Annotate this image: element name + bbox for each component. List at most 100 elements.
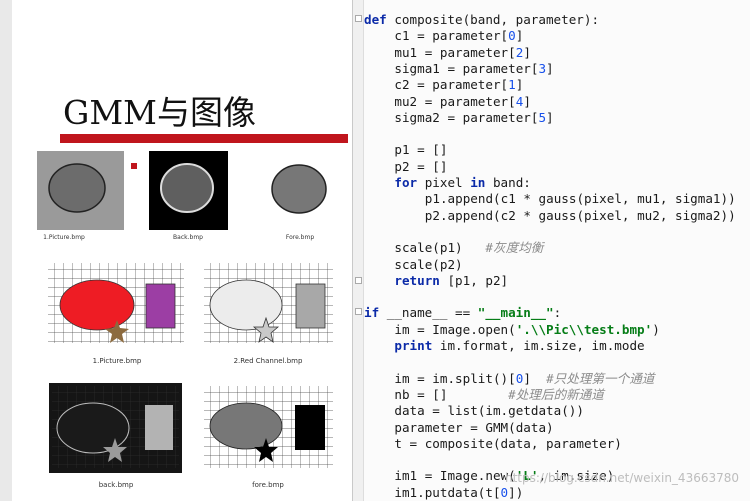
code-token: def [364, 12, 387, 27]
code-token: mu1 = parameter[ [394, 44, 516, 60]
code-editor[interactable]: def composite(band, parameter): c1 = para… [353, 0, 750, 501]
code-token: mu2 = parameter[ [394, 93, 516, 109]
code-token: c1 = parameter[ [394, 28, 509, 44]
code-line[interactable]: c1 = parameter[0] [394, 28, 523, 44]
code-token: c2 = parameter[ [394, 77, 509, 93]
red-channel-thumbnail [201, 260, 336, 350]
code-token: #灰度均衡 [485, 240, 544, 256]
code-token: scale(p2) [394, 256, 463, 272]
fore-caption: Fore.bmp [285, 234, 315, 241]
code-token: "__main__" [477, 305, 554, 321]
blog-watermark: https://blog.csdn.net/weixin_43663780 [505, 471, 740, 485]
code-token: __name__ == [379, 305, 478, 321]
code-token: im.format, im.size, im.mode [432, 338, 645, 353]
code-line[interactable]: def composite(band, parameter): [364, 12, 599, 28]
code-line[interactable]: nb = [] #处理后的新通道 [394, 387, 603, 403]
code-line[interactable]: for pixel in band: [394, 175, 531, 191]
code-token: 3 [538, 60, 547, 76]
back-thumbnail [149, 151, 228, 230]
code-token: im1.putdata(t[ [394, 484, 501, 500]
code-line[interactable]: data = list(im.getdata()) [394, 403, 584, 419]
code-line[interactable]: p2.append(c2 * gauss(pixel, mu2, sigma2)… [425, 208, 736, 224]
fore-thumbnail [262, 151, 338, 230]
code-token: im1 = Image.new( [394, 468, 516, 484]
screen: GMM与图像 1.Picture.bmp Back.bmp Fore.bmp 1… [0, 0, 750, 501]
editor-gutter [353, 0, 364, 501]
code-token: ] [523, 93, 531, 109]
code-line[interactable]: mu1 = parameter[2] [394, 45, 531, 61]
code-token: #处理后的新通道 [508, 386, 604, 402]
code-token: #只处理第一个通道 [546, 370, 655, 386]
picture-grid-caption: 1.Picture.bmp [92, 357, 142, 365]
code-line[interactable]: if __name__ == "__main__": [364, 305, 561, 321]
code-line[interactable]: return [p1, p2] [394, 273, 508, 289]
back-grid-caption: back.bmp [98, 481, 134, 489]
code-token: t = composite(data, parameter) [394, 435, 622, 451]
code-token: pixel [417, 175, 471, 190]
code-token: 0 [508, 28, 516, 44]
code-line[interactable]: parameter = GMM(data) [394, 420, 553, 436]
back-caption: Back.bmp [173, 234, 203, 241]
code-line[interactable]: c2 = parameter[1] [394, 77, 523, 93]
code-token: composite(band, parameter): [386, 12, 600, 27]
red-channel-caption: 2.Red Channel.bmp [233, 357, 303, 365]
code-line[interactable]: t = composite(data, parameter) [394, 436, 621, 452]
code-token: 0 [500, 484, 509, 500]
picture-caption: 1.Picture.bmp [43, 234, 85, 241]
fore-grid-thumbnail [201, 383, 336, 473]
code-line[interactable]: im = im.split()[0] #只处理第一个通道 [394, 371, 654, 387]
code-token: : [553, 305, 562, 321]
code-token: list [447, 403, 478, 419]
code-line[interactable]: p2 = [] [394, 159, 447, 175]
code-token: ] [523, 370, 547, 386]
code-token: im = Image.open( [394, 321, 516, 337]
title-underline-bar [60, 134, 348, 143]
code-token: ] [523, 44, 531, 60]
presentation-slide: GMM与图像 1.Picture.bmp Back.bmp Fore.bmp 1… [0, 0, 352, 501]
code-line[interactable]: sigma1 = parameter[3] [394, 61, 553, 77]
code-token: parameter = GMM(data) [394, 419, 554, 435]
code-token: p2 = [] [394, 158, 448, 174]
fold-marker-if-main-icon[interactable] [355, 308, 362, 315]
code-line[interactable]: scale(p1) #灰度均衡 [394, 240, 543, 256]
code-token: im = im.split()[ [394, 370, 516, 386]
code-token: sigma2 = parameter[ [394, 109, 539, 125]
code-token: in [470, 175, 486, 190]
code-token: p2.append(c2 * gauss(pixel, mu2, sigma2)… [424, 207, 736, 223]
code-token: data = [394, 403, 448, 419]
code-line[interactable]: p1.append(c1 * gauss(pixel, mu1, sigma1)… [425, 191, 736, 207]
slide-title: GMM与图像 [63, 93, 256, 132]
code-token: [p1, p2] [439, 272, 509, 288]
fold-marker-def-icon[interactable] [355, 15, 362, 22]
code-token: return [394, 272, 440, 288]
code-token: if [364, 305, 380, 321]
code-token: ] [546, 109, 554, 125]
back-grid-thumbnail [49, 383, 182, 473]
code-line[interactable]: sigma2 = parameter[5] [394, 110, 553, 126]
code-token: band: [485, 175, 531, 190]
code-token: 1 [508, 77, 516, 93]
code-line[interactable]: im1.putdata(t[0]) [394, 485, 523, 501]
picture-thumbnail [37, 151, 124, 230]
code-token: ] [515, 28, 524, 44]
code-token: ]) [508, 484, 524, 500]
code-token: p1 = [] [394, 142, 448, 158]
code-token: ] [546, 60, 554, 76]
code-token: nb = [] [394, 386, 509, 402]
slide-margin [0, 0, 12, 501]
code-token: p1.append(c1 * gauss(pixel, mu1, sigma1)… [424, 191, 736, 207]
code-token: ) [652, 321, 660, 337]
code-token: scale(p1) [394, 240, 486, 256]
code-line[interactable]: p1 = [] [394, 142, 447, 158]
fore-grid-caption: fore.bmp [252, 481, 284, 489]
code-token: '.\\Pic\\test.bmp' [515, 321, 653, 337]
code-line[interactable]: im = Image.open('.\\Pic\\test.bmp') [394, 322, 659, 338]
code-line[interactable]: scale(p2) [394, 257, 462, 273]
bullet-marker [131, 163, 137, 169]
code-token: (im.getdata()) [477, 403, 584, 419]
code-line[interactable]: mu2 = parameter[4] [394, 94, 531, 110]
code-token: 5 [538, 109, 547, 125]
code-line[interactable]: print im.format, im.size, im.mode [394, 338, 644, 354]
code-token: for [394, 175, 418, 190]
fold-marker-return-icon[interactable] [355, 277, 362, 284]
